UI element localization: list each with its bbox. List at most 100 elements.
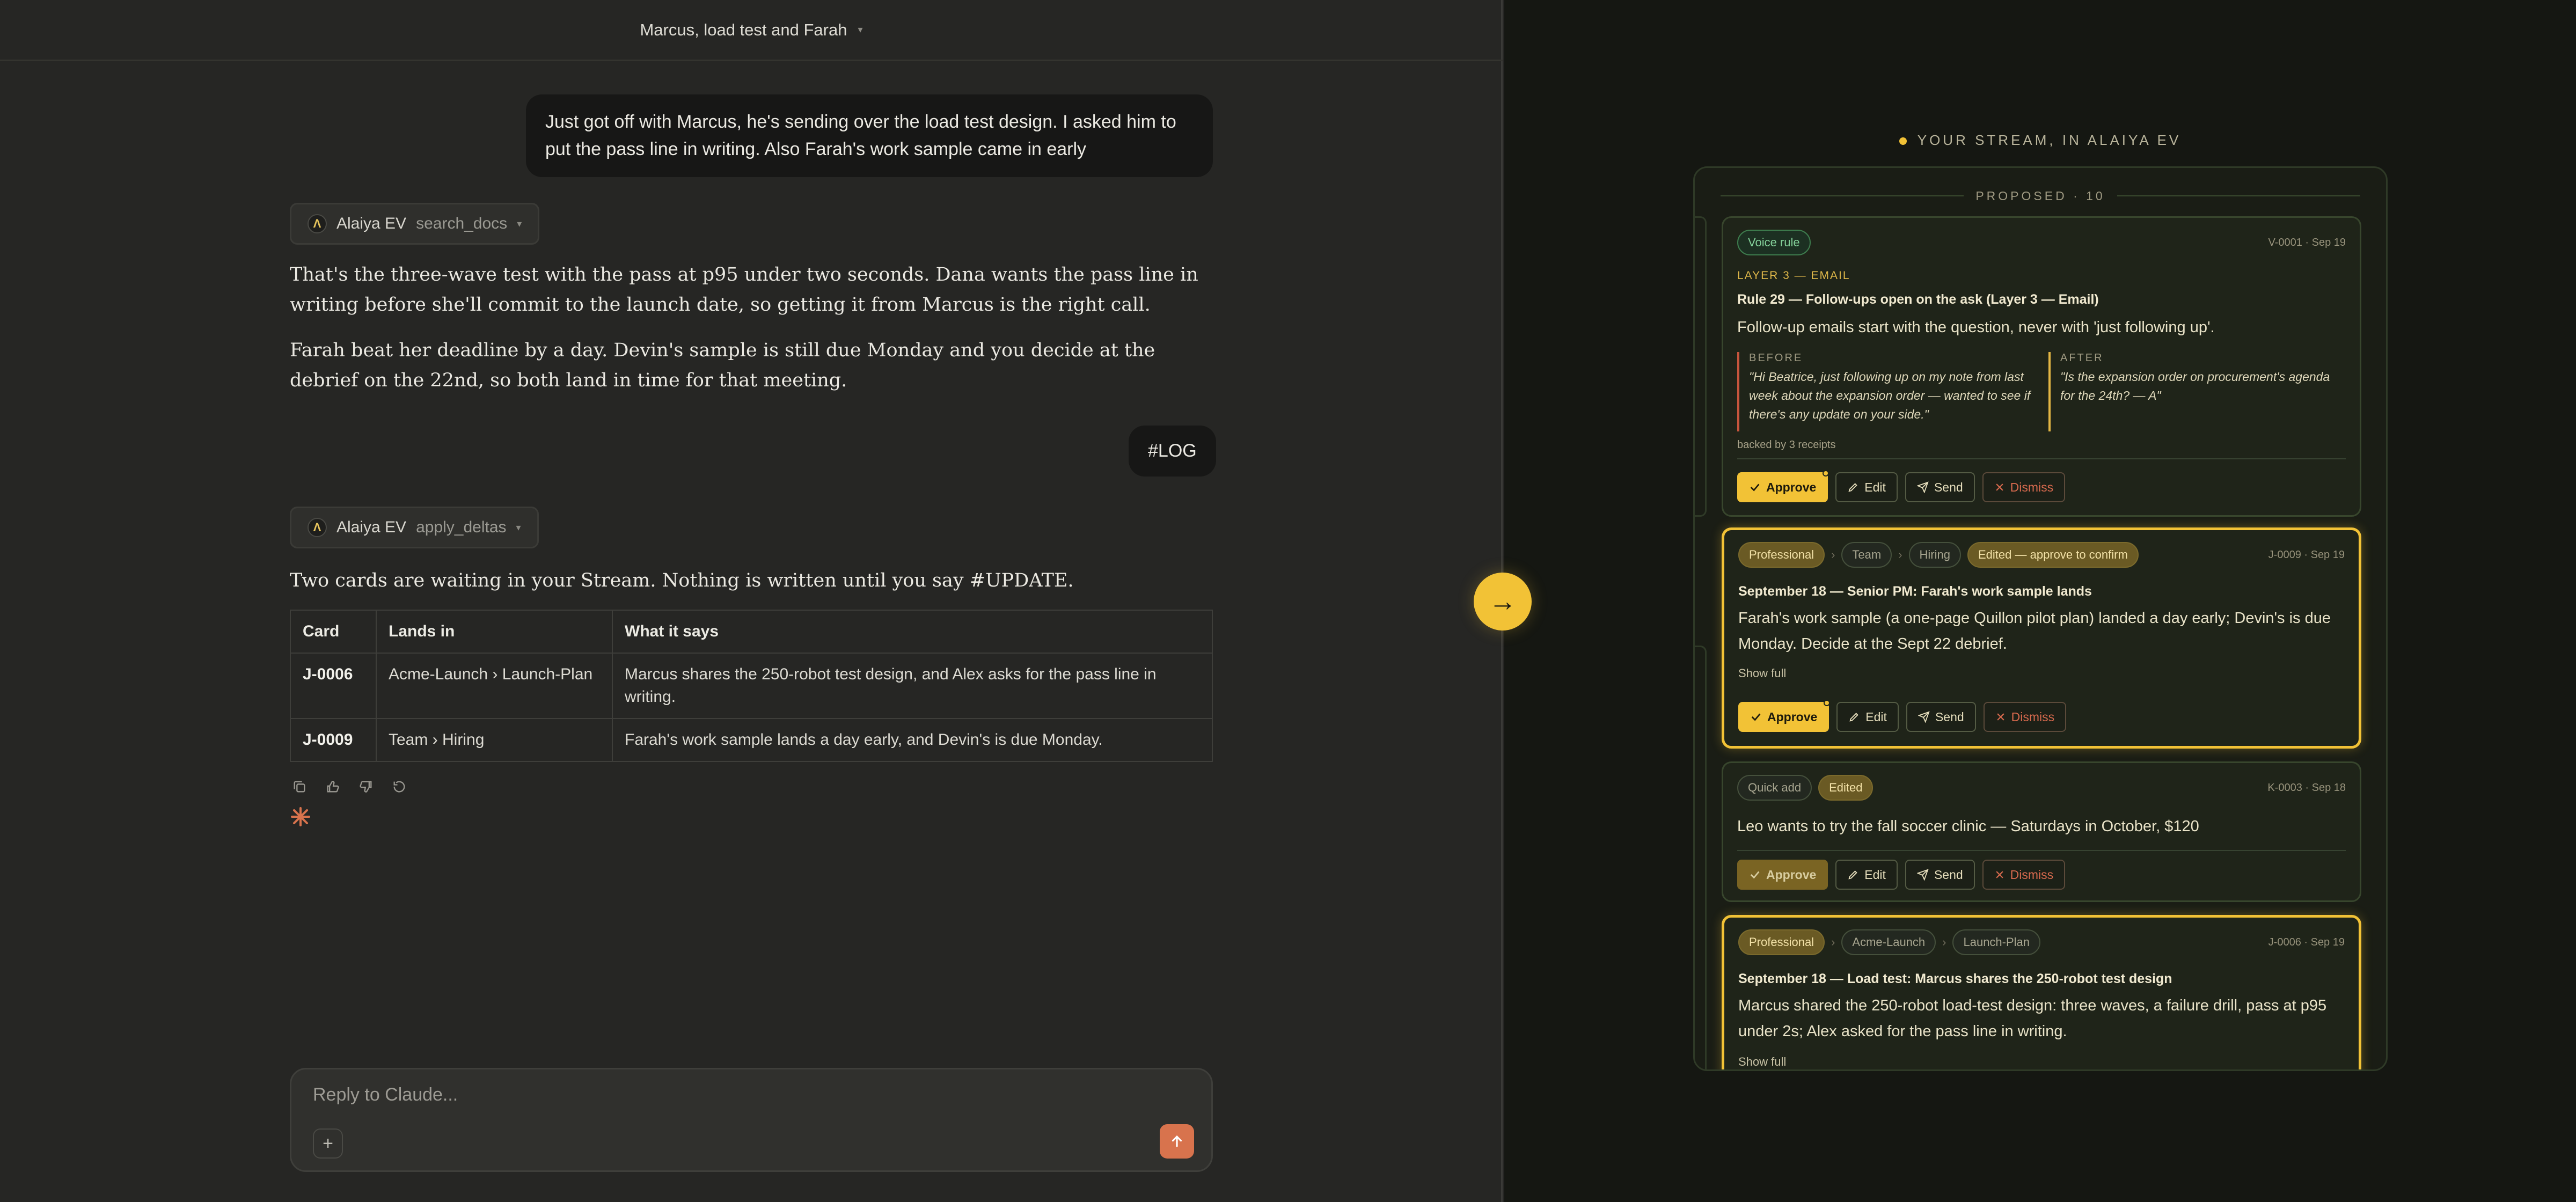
open-stream-button[interactable]: → [1474,573,1532,631]
card-actions: Approve Edit Send Dismiss [1737,860,2066,890]
alaiya-logo-icon: Λ [308,518,327,537]
edited-badge: Edited [1818,775,1874,801]
table-row: J-0006 Acme-Launch › Launch-Plan Marcus … [290,653,1213,719]
send-card-button[interactable]: Send [1905,860,1975,890]
add-attachment-button[interactable]: + [313,1128,343,1159]
stream-card[interactable]: Voice rule V-0001 · Sep 19 LAYER 3 — EMA… [1722,216,2361,517]
rail-segment [1695,216,1707,517]
chevron-right-icon: › [1942,935,1946,949]
card-chip: Team [1841,542,1892,568]
claude-spark-icon [290,806,311,827]
card-header: Quick add Edited K-0003 · Sep 18 [1737,774,2346,802]
thumbs-up-icon[interactable] [323,777,342,796]
stream-card[interactable]: Professional › Team › Hiring Edited — ap… [1722,527,2361,749]
card-chip: Hiring [1908,542,1961,568]
dismiss-label: Dismiss [2010,867,2054,882]
after-block: AFTER "Is the expansion order on procure… [2048,352,2338,431]
edit-button[interactable]: Edit [1835,472,1898,502]
send-label: Send [1934,480,1963,494]
user-message: #LOG [1129,426,1216,477]
assistant-paragraph: Farah beat her deadline by a day. Devin'… [290,340,1155,391]
send-card-button[interactable]: Send [1905,472,1975,502]
card-chip: Acme-Launch [1841,929,1936,955]
send-card-button[interactable]: Send [1906,702,1976,732]
card-divider [1737,850,2346,851]
table-header: What it says [612,610,1213,654]
card-chip: Professional [1738,542,1825,568]
table-cell: Acme-Launch › Launch-Plan [376,653,613,719]
tool-function-name: search_docs [416,215,508,232]
card-title: September 18 — Senior PM: Farah's work s… [1738,584,2092,599]
table-cell: Farah's work sample lands a day early, a… [612,718,1213,762]
approve-label: Approve [1767,709,1818,724]
card-header: Professional › Acme-Launch › Launch-Plan… [1738,928,2345,956]
stream-frame: PROPOSED · 10 Voice rule V-0001 · Sep 19… [1693,166,2388,1071]
stream-panel: YOUR STREAM, IN ALAIYA EV PROPOSED · 10 … [1504,0,2576,1202]
tool-agent-name: Alaiya EV [336,215,407,232]
approve-label: Approve [1766,867,1817,882]
rail-segment [1695,646,1707,1069]
dismiss-button[interactable]: Dismiss [1982,472,2066,502]
dismiss-label: Dismiss [2010,480,2054,494]
edit-button[interactable]: Edit [1835,860,1898,890]
dismiss-button[interactable]: Dismiss [1982,860,2066,890]
before-text: "Hi Beatrice, just following up on my no… [1749,370,2031,421]
after-text: "Is the expansion order on procurement's… [2060,370,2330,402]
alaiya-logo-icon: Λ [308,214,327,233]
approve-button[interactable]: Approve [1738,700,1831,732]
divider-line [2117,195,2361,196]
stream-heading: YOUR STREAM, IN ALAIYA EV [1504,132,2576,149]
stream-card[interactable]: Quick add Edited K-0003 · Sep 18 Leo wan… [1722,761,2361,902]
status-dot [1899,137,1907,145]
title-caret-icon[interactable]: ▾ [858,24,862,35]
before-label: BEFORE [1749,352,1803,364]
send-label: Send [1935,709,1964,724]
stream-card[interactable]: Professional › Acme-Launch › Launch-Plan… [1722,915,2361,1069]
notification-dot [1823,470,1829,477]
approve-button[interactable]: Approve [1737,860,1828,890]
dismiss-label: Dismiss [2011,709,2055,724]
send-button[interactable] [1160,1124,1194,1159]
divider-line [1721,195,1964,196]
table-header-row: Card Lands in What it says [290,610,1213,654]
send-label: Send [1934,867,1963,882]
chat-pane: Marcus, load test and Farah ▾ Just got o… [0,0,1503,1202]
edited-badge: Edited — approve to confirm [1967,542,2139,568]
stream-heading-text: YOUR STREAM, IN ALAIYA EV [1917,132,2182,148]
copy-icon[interactable] [290,777,309,796]
card-layer: LAYER 3 — EMAIL [1737,269,1850,282]
chevron-right-icon: › [1831,548,1835,561]
tool-call-pill[interactable]: Λ Alaiya EV search_docs ▾ [290,203,540,245]
card-title: Rule 29 — Follow-ups open on the ask (La… [1737,292,2099,307]
table-header: Card [290,610,377,654]
card-body: Leo wants to try the fall soccer clinic … [1737,818,2199,835]
before-block: BEFORE "Hi Beatrice, just following up o… [1737,352,2038,431]
card-body: Farah's work sample (a one-page Quillon … [1738,610,2331,653]
edit-label: Edit [1865,709,1887,724]
table-header: Lands in [376,610,613,654]
reply-input[interactable] [313,1084,1118,1105]
conversation-title[interactable]: Marcus, load test and Farah [640,20,847,40]
before-after: BEFORE "Hi Beatrice, just following up o… [1737,352,2346,438]
proposed-count: PROPOSED · 10 [1975,188,2105,203]
show-full-link[interactable]: Show full [1738,1055,1786,1069]
edit-button[interactable]: Edit [1836,702,1899,732]
assistant-paragraph: That's the three-wave test with the pass… [290,264,1198,316]
after-label: AFTER [2060,352,2104,364]
tool-call-pill[interactable]: Λ Alaiya EV apply_deltas ▾ [290,507,539,548]
show-full-link[interactable]: Show full [1738,666,1786,680]
thumbs-down-icon[interactable] [356,777,376,796]
chat-header: Marcus, load test and Farah ▾ [0,0,1503,61]
approve-label: Approve [1766,480,1817,494]
approve-button[interactable]: Approve [1737,470,1829,502]
message-actions [290,777,409,796]
retry-icon[interactable] [390,777,409,796]
cards-table: Card Lands in What it says J-0006 Acme-L… [290,610,1213,762]
table-cell: J-0006 [290,653,377,719]
dismiss-button[interactable]: Dismiss [1983,702,2067,732]
arrow-right-icon: → [1489,586,1517,617]
card-chip: Voice rule [1737,230,1811,255]
chevron-down-icon: ▾ [517,218,522,229]
card-id: J-0006 · Sep 19 [2268,936,2345,948]
assistant-paragraph: Two cards are waiting in your Stream. No… [290,570,1074,591]
